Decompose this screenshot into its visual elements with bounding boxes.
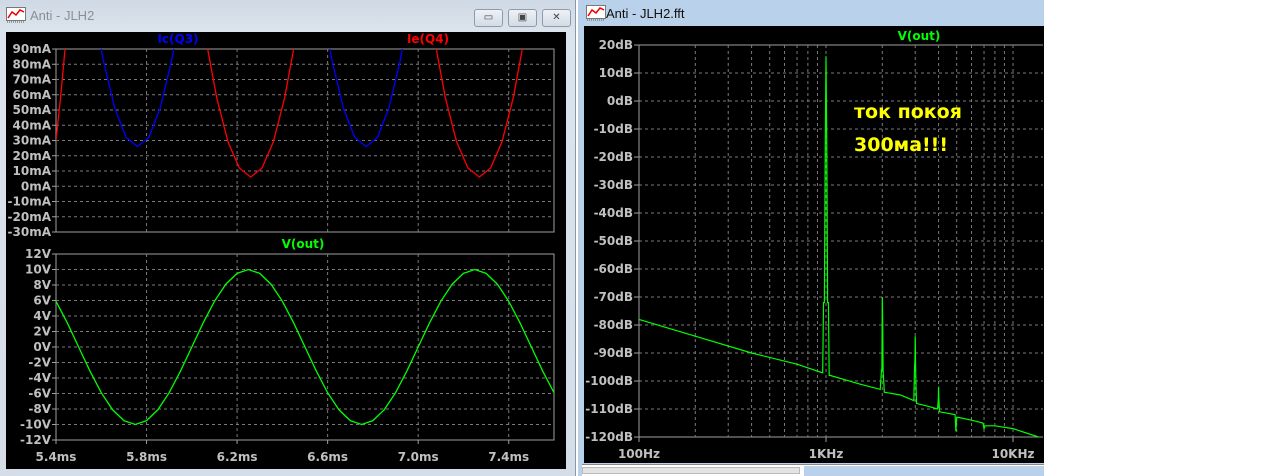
annotation-text: ток покоя	[854, 101, 962, 123]
scrollbar-track	[804, 466, 1044, 476]
y-tick-label: 20dB	[599, 38, 633, 52]
y-tick-label: -8V	[28, 402, 51, 416]
annotation-text: 300ма!!!	[854, 134, 948, 156]
y-tick-label: 0mA	[21, 179, 52, 193]
x-tick-label: 6.2ms	[217, 450, 258, 464]
y-tick-label: 4V	[33, 309, 51, 323]
scrollbar-thumb[interactable]	[582, 467, 800, 474]
x-tick-label: 6.6ms	[307, 450, 348, 464]
trace-vout-fft	[638, 56, 1039, 438]
x-tick-label: 1KHz	[809, 447, 844, 461]
y-tick-label: 40mA	[13, 118, 52, 132]
y-tick-label: 8V	[33, 278, 51, 292]
trace-label-ic-q3: Ic(Q3)	[157, 32, 198, 46]
y-tick-label: 2V	[33, 325, 51, 339]
fft-plot[interactable]: 20dB 10dB 0dB -10dB -20dB -30dB -40dB -50dB -60d…	[578, 0, 1044, 476]
y-tick-label: 6V	[33, 294, 51, 308]
x-tick-label: 7.0ms	[398, 450, 439, 464]
trace-ieq4	[56, 49, 66, 141]
x-tick-label: 5.8ms	[126, 450, 167, 464]
y-tick-label: 80mA	[13, 57, 52, 71]
y-tick-label: -6V	[28, 387, 51, 401]
y-tick-label: -120dB	[585, 430, 633, 444]
y-tick-label: 90mA	[13, 42, 52, 56]
horizontal-scrollbar[interactable]	[582, 464, 1044, 476]
trace-label-vout: V(out)	[282, 237, 325, 251]
y-tick-label: -10V	[20, 418, 52, 432]
y-tick-label: -20dB	[594, 150, 633, 164]
x-tick-label: 10KHz	[991, 447, 1034, 461]
y-tick-label: -50dB	[594, 234, 633, 248]
y-tick-label: -10mA	[8, 195, 52, 209]
trace-icq3	[100, 49, 175, 148]
y-tick-label: -60dB	[594, 262, 633, 276]
trace-label-ie-q4: Ie(Q4)	[407, 32, 449, 46]
y-tick-label: -10dB	[594, 122, 633, 136]
y-tick-label: -30dB	[594, 178, 633, 192]
x-tick-label: 100Hz	[618, 447, 660, 461]
y-tick-label: 0V	[33, 340, 51, 354]
waveform-window[interactable]: Anti - JLH2 ▭ ▣ ✕ 90mA 80mA 70mA 60mA 50mA 40…	[0, 0, 576, 476]
y-tick-label: 10dB	[599, 66, 633, 80]
y-tick-label: -2V	[28, 356, 51, 370]
y-tick-label: -30mA	[8, 225, 52, 239]
y-tick-label: -20mA	[8, 210, 52, 224]
y-tick-label: -70dB	[594, 290, 633, 304]
x-tick-label: 5.4ms	[36, 450, 77, 464]
fft-window[interactable]: Anti - JLH2.fft 20dB 10dB 0dB -10dB -20dB -30…	[578, 0, 1044, 476]
y-tick-label: -100dB	[585, 374, 633, 388]
y-tick-label: -80dB	[594, 318, 633, 332]
y-tick-label: 50mA	[13, 103, 52, 117]
y-tick-label: 70mA	[13, 73, 52, 87]
y-tick-label: 12V	[25, 247, 52, 261]
y-tick-label: 0dB	[607, 94, 633, 108]
trace-icq3	[329, 49, 403, 148]
trace-label-vout: V(out)	[898, 29, 941, 43]
y-tick-label: -110dB	[585, 402, 633, 416]
y-tick-label: 30mA	[13, 134, 52, 148]
y-tick-label: -40dB	[594, 206, 633, 220]
y-tick-label: 60mA	[13, 88, 52, 102]
waveform-plots[interactable]: 90mA80mA 70mA60mA50mA40mA 30mA20mA10mA0mA -…	[0, 0, 576, 476]
y-tick-label: -12V	[20, 433, 52, 447]
y-tick-label: -4V	[28, 371, 51, 385]
y-tick-label: 20mA	[13, 149, 52, 163]
y-tick-label: 10V	[25, 263, 52, 277]
x-tick-label: 7.4ms	[488, 450, 529, 464]
y-tick-label: 10mA	[13, 164, 52, 178]
y-tick-label: -90dB	[594, 346, 633, 360]
